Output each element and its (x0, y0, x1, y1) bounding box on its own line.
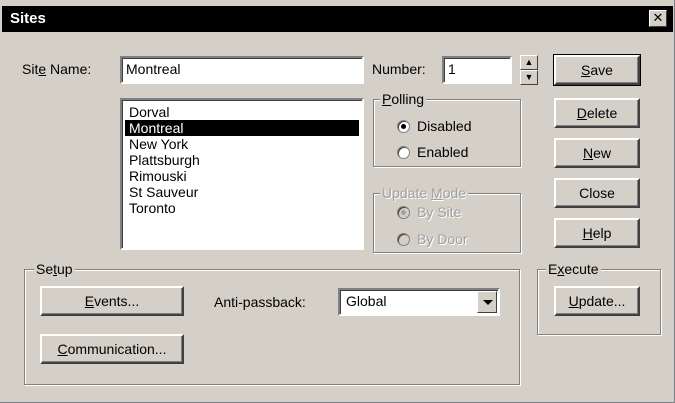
radio-unchecked-icon (397, 146, 410, 159)
delete-button[interactable]: Delete (554, 98, 640, 128)
setup-label-part: Se (36, 261, 54, 277)
radio-unchecked-icon (397, 233, 410, 246)
polling-label-mnemonic: P (382, 91, 392, 107)
number-input[interactable]: 1 (442, 56, 512, 84)
update-button[interactable]: Update... (554, 286, 640, 316)
sites-dialog: Sites ✕ Site Name: Montreal Number: 1 ▲ … (0, 0, 675, 403)
site-name-input[interactable]: Montreal (120, 56, 364, 84)
save-button[interactable]: Save (553, 54, 641, 86)
site-name-label-mnemonic: e (38, 61, 47, 77)
number-spin-down[interactable]: ▼ (520, 70, 538, 85)
update-label: pdate... (578, 293, 626, 309)
new-label: ew (593, 145, 612, 161)
list-item[interactable]: Rimouski (125, 168, 359, 184)
help-button[interactable]: Help (554, 218, 640, 248)
update-by-site-radio[interactable]: By Site (397, 203, 461, 221)
execute-label-part: ecute (564, 261, 599, 277)
new-button[interactable]: New (554, 138, 640, 168)
radio-checked-icon (397, 206, 410, 219)
number-label: Number: (372, 61, 426, 77)
polling-enabled-radio[interactable]: Enabled (397, 143, 468, 161)
execute-group-label: Execute (546, 261, 601, 277)
site-name-label-part: Sit (22, 61, 39, 77)
antipassback-label: Anti-passback: (214, 294, 306, 310)
site-name-label: Site Name: (22, 61, 91, 77)
update-by-door-label: By Door (417, 231, 468, 247)
spin-down-icon: ▼ (524, 72, 534, 82)
events-label: vents... (94, 293, 140, 309)
execute-label-part: E (548, 261, 558, 277)
site-list[interactable]: Dorval Montreal New York Plattsburgh Rim… (120, 98, 364, 250)
update-by-site-label: By Site (417, 204, 462, 220)
help-mnemonic: H (582, 225, 593, 241)
update-mode-label-part: ode (442, 185, 467, 201)
communication-label: ommunication... (67, 341, 167, 357)
list-item[interactable]: New York (125, 136, 359, 152)
events-button[interactable]: Events... (40, 286, 184, 316)
close-window-button[interactable]: ✕ (649, 10, 667, 27)
update-by-door-radio[interactable]: By Door (397, 230, 468, 248)
polling-disabled-label: Disabled (417, 118, 472, 134)
list-item[interactable]: Dorval (125, 104, 359, 120)
antipassback-value: Global (346, 293, 387, 309)
list-item-selected[interactable]: Montreal (125, 120, 359, 136)
window-title: Sites (10, 10, 46, 27)
communication-button[interactable]: Communication... (40, 334, 184, 364)
chevron-down-icon[interactable] (477, 291, 497, 313)
list-item[interactable]: St Sauveur (125, 184, 359, 200)
update-mode-group-label: Update Mode (380, 185, 469, 201)
radio-checked-icon (397, 120, 410, 133)
polling-enabled-label: Enabled (417, 144, 469, 160)
update-mode-label-mnemonic: M (431, 185, 443, 201)
update-mode-label-part: Update (382, 185, 432, 201)
polling-group-label: Polling (380, 91, 427, 107)
new-mnemonic: N (582, 145, 594, 161)
title-bar[interactable]: Sites ✕ (2, 6, 673, 32)
antipassback-select[interactable]: Global (338, 288, 500, 316)
site-name-label-part: Name: (46, 61, 92, 77)
polling-label-part: olling (391, 91, 425, 107)
list-item[interactable]: Plattsburgh (125, 152, 359, 168)
setup-group-label: Setup (34, 261, 75, 277)
close-button[interactable]: Close (554, 178, 640, 208)
number-value: 1 (448, 61, 456, 77)
list-item[interactable]: Toronto (125, 200, 359, 216)
save-mnemonic: S (581, 62, 591, 78)
delete-label: elete (586, 105, 618, 121)
site-name-value: Montreal (126, 61, 181, 77)
update-mnemonic: U (568, 293, 579, 309)
spin-up-icon: ▲ (524, 57, 534, 67)
communication-mnemonic: C (57, 341, 68, 357)
events-mnemonic: E (84, 293, 95, 309)
save-label: ave (590, 62, 613, 78)
setup-label-part: up (57, 261, 73, 277)
number-spin-up[interactable]: ▲ (520, 55, 538, 70)
help-label: elp (592, 225, 612, 241)
delete-mnemonic: D (576, 105, 587, 121)
polling-disabled-radio[interactable]: Disabled (397, 117, 471, 135)
close-icon: ✕ (652, 10, 664, 25)
